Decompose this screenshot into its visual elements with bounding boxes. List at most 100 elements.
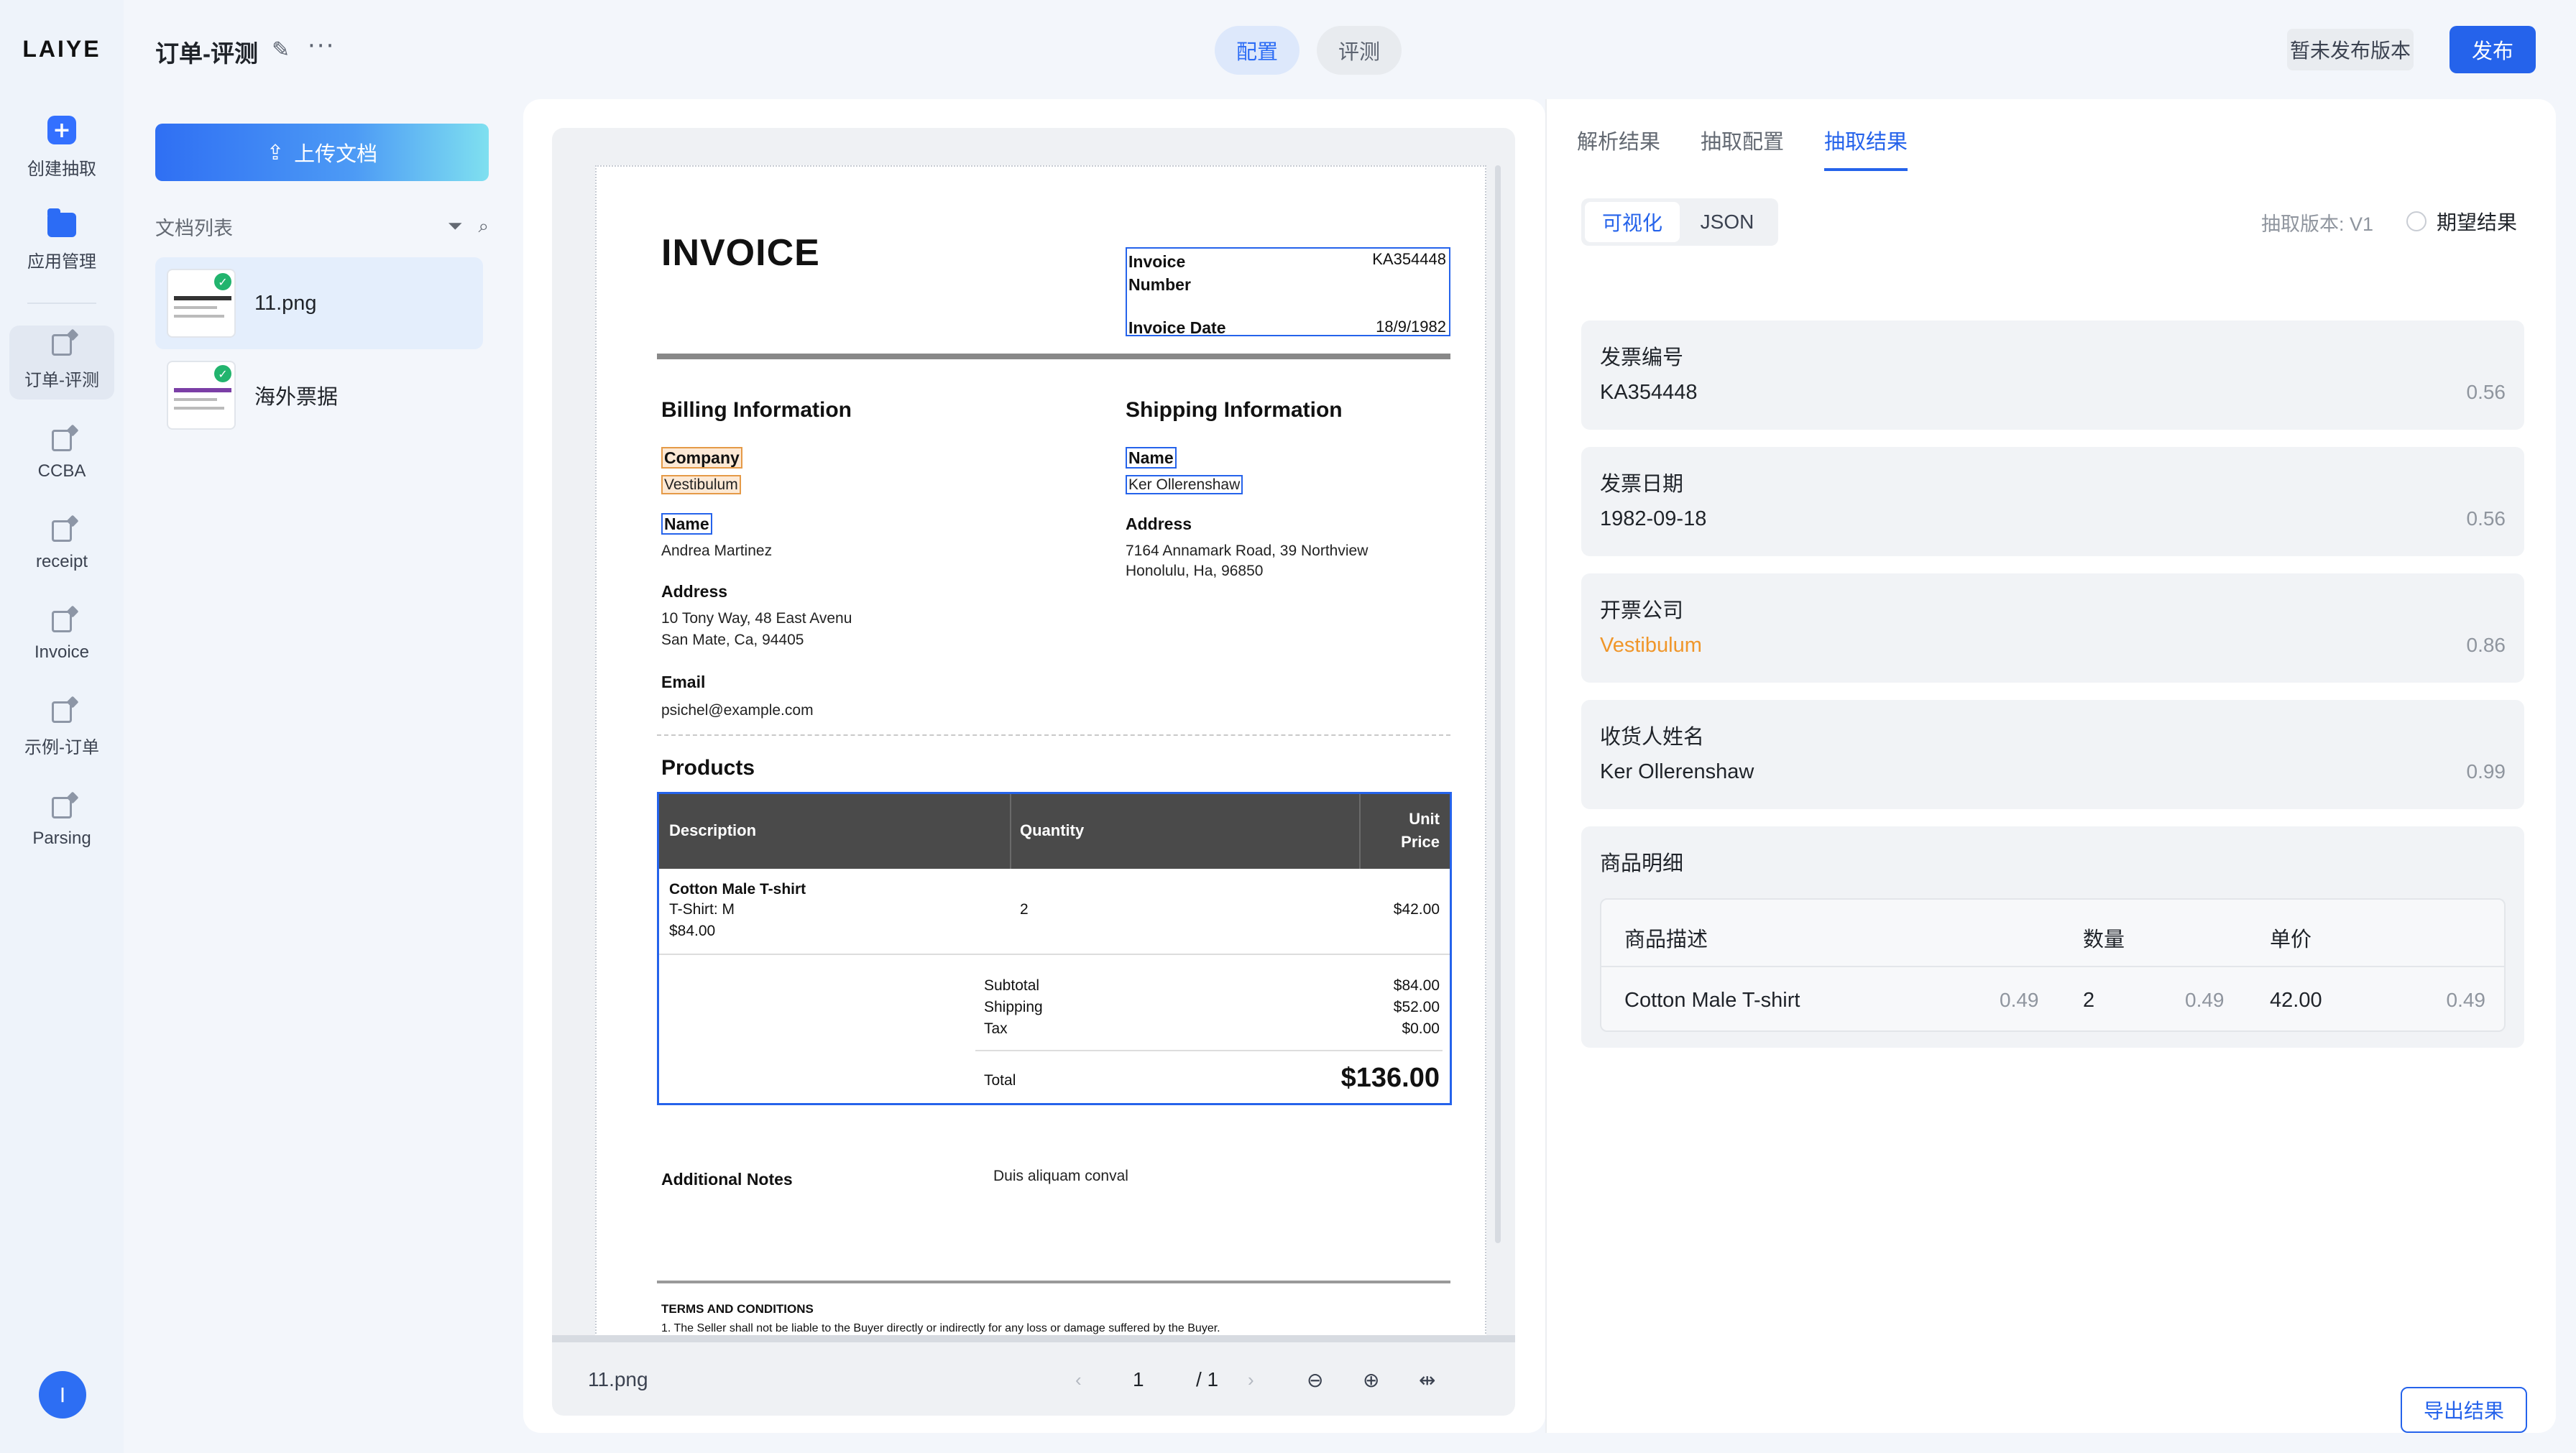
sidebar-item-invoice[interactable]: Invoice <box>9 602 114 671</box>
sidebar-item-create[interactable]: + 创建抽取 <box>9 107 114 188</box>
column-header: 单价 <box>2270 928 2312 951</box>
document-list-panel: ⇪ 上传文档 文档列表 ⏷ ⌕ ✓ 11.png ✓ 海外票据 <box>124 101 507 1452</box>
column-header: Price <box>1401 833 1440 851</box>
more-icon[interactable]: ··· <box>308 32 335 60</box>
plus-icon: + <box>47 116 76 144</box>
field-value[interactable]: Ker Ollerenshaw <box>1600 760 1754 784</box>
total-value: $136.00 <box>1340 1063 1440 1093</box>
version-button[interactable]: 暂未发布版本 <box>2287 29 2414 70</box>
billing-address-label: Address <box>661 582 728 601</box>
sidebar-item-label: CCBA <box>37 461 86 481</box>
item-line-total: $84.00 <box>669 923 716 939</box>
sidebar-item-apps[interactable]: 应用管理 <box>9 204 114 281</box>
field-score: 0.99 <box>2466 760 2506 783</box>
dashed-divider <box>657 734 1450 736</box>
horizontal-scrollbar[interactable] <box>552 1335 1515 1342</box>
tab-extract-config[interactable]: 抽取配置 <box>1701 125 1784 171</box>
chevron-left-icon[interactable]: ‹ <box>1075 1369 1082 1391</box>
invoice-number-box[interactable]: Invoice Number KA354448 Invoice Date 18/… <box>1126 247 1450 337</box>
products-table[interactable]: Description Quantity Unit Price Cotton M… <box>657 792 1452 1105</box>
table-cell[interactable]: 42.00 <box>2270 989 2322 1013</box>
expected-radio[interactable] <box>2406 211 2426 231</box>
page-total: / 1 <box>1196 1368 1219 1390</box>
sidebar: LAIYE + 创建抽取 应用管理 订单-评测 CCBA receipt Inv… <box>0 0 124 1453</box>
field-score: 0.56 <box>2466 507 2506 530</box>
avatar[interactable]: I <box>39 1371 86 1419</box>
shipping-label: Shipping <box>984 999 1043 1015</box>
sidebar-item-label: Invoice <box>34 642 90 662</box>
sidebar-item-order-eval[interactable]: 订单-评测 <box>9 326 114 400</box>
divider <box>657 354 1450 359</box>
tab-eval[interactable]: 评测 <box>1317 26 1402 75</box>
fit-width-icon[interactable]: ⇹ <box>1419 1368 1435 1392</box>
vertical-scrollbar[interactable] <box>1495 165 1501 1243</box>
sidebar-item-ccba[interactable]: CCBA <box>9 421 114 490</box>
shipping-address-line: 7164 Annamark Road, 39 Northview <box>1126 543 1368 559</box>
tab-config[interactable]: 配置 <box>1215 26 1300 75</box>
list-title: 文档列表 <box>155 218 233 239</box>
footer-divider <box>657 1281 1450 1283</box>
sidebar-item-label: Parsing <box>32 829 91 848</box>
shipping-name-label[interactable]: Name <box>1126 447 1177 469</box>
upload-icon: ⇪ <box>266 141 285 165</box>
sidebar-item-parsing[interactable]: Parsing <box>9 788 114 857</box>
field-score: 0.56 <box>2466 381 2506 403</box>
list-item[interactable]: ✓ 海外票据 <box>155 349 483 441</box>
check-icon: ✓ <box>214 273 231 290</box>
sidebar-item-receipt[interactable]: receipt <box>9 512 114 581</box>
field-value[interactable]: 1982-09-18 <box>1600 507 1706 531</box>
sidebar-item-label: 订单-评测 <box>24 371 99 390</box>
tab-parse-result[interactable]: 解析结果 <box>1577 125 1660 171</box>
list-header: 文档列表 ⏷ ⌕ <box>155 213 489 241</box>
products-card: 商品明细 商品描述 数量 单价 Cotton Male T-shirt 0.49… <box>1581 826 2524 1048</box>
page-number-input[interactable]: 1 <box>1133 1368 1144 1391</box>
shipping-address-line: Honolulu, Ha, 96850 <box>1126 563 1264 579</box>
toggle-visual[interactable]: 可视化 <box>1585 202 1680 242</box>
export-button[interactable]: 导出结果 <box>2401 1387 2527 1433</box>
item-quantity: 2 <box>1020 901 1029 918</box>
field-key: 发票日期 <box>1600 473 1684 496</box>
viewer-file-name: 11.png <box>588 1368 648 1390</box>
field-value[interactable]: KA354448 <box>1600 381 1697 405</box>
sidebar-item-label: 创建抽取 <box>27 160 96 179</box>
table-cell[interactable]: Cotton Male T-shirt <box>1624 989 1800 1013</box>
invoice-number-value: KA354448 <box>1372 250 1446 268</box>
chevron-right-icon[interactable]: › <box>1248 1369 1254 1391</box>
field-key: 收货人姓名 <box>1600 726 1705 749</box>
shipping-title: Shipping Information <box>1126 398 1343 422</box>
field-score: 0.86 <box>2466 634 2506 656</box>
zoom-out-icon[interactable]: ⊖ <box>1307 1368 1323 1392</box>
list-item[interactable]: ✓ 11.png <box>155 257 483 349</box>
shipping-name-value[interactable]: Ker Ollerenshaw <box>1126 475 1243 494</box>
field-value[interactable]: Vestibulum <box>1600 634 1702 658</box>
document-frame: INVOICE Invoice Number KA354448 Invoice … <box>552 128 1515 1416</box>
filter-icon[interactable]: ⏷ <box>448 216 463 238</box>
search-icon[interactable]: ⌕ <box>478 216 489 238</box>
invoice-page: INVOICE Invoice Number KA354448 Invoice … <box>595 165 1486 1337</box>
item-name: Cotton Male T-shirt <box>669 881 806 898</box>
publish-button[interactable]: 发布 <box>2450 26 2536 73</box>
sidebar-item-sample-order[interactable]: 示例-订单 <box>9 693 114 767</box>
billing-name-value: Andrea Martinez <box>661 543 773 559</box>
cell-score: 0.49 <box>2446 989 2486 1011</box>
file-name: 11.png <box>254 291 317 315</box>
toggle-json[interactable]: JSON <box>1680 202 1775 242</box>
viewer-toolbar: 11.png ‹ 1 / 1 › ⊖ ⊕ ⇹ <box>552 1344 1515 1416</box>
edit-icon[interactable]: ✎ <box>272 37 290 63</box>
doc-edit-icon <box>52 520 72 542</box>
billing-name-label[interactable]: Name <box>661 513 712 535</box>
company-value[interactable]: Vestibulum <box>661 475 741 494</box>
result-field: 开票公司 Vestibulum 0.86 <box>1581 573 2524 683</box>
terms-title: TERMS AND CONDITIONS <box>661 1302 814 1316</box>
upload-button[interactable]: ⇪ 上传文档 <box>155 124 489 181</box>
result-panel: 解析结果 抽取配置 抽取结果 可视化 JSON 抽取版本: V1 期望结果 发票… <box>1545 99 2556 1433</box>
company-label[interactable]: Company <box>661 447 742 469</box>
field-key: 商品明细 <box>1600 852 1684 875</box>
notes-label: Additional Notes <box>661 1170 793 1189</box>
page-title: 订单-评测 <box>155 40 258 67</box>
result-tabs: 解析结果 抽取配置 抽取结果 <box>1577 125 1908 171</box>
tab-extract-result[interactable]: 抽取结果 <box>1824 125 1908 171</box>
zoom-in-icon[interactable]: ⊕ <box>1363 1368 1379 1392</box>
table-cell[interactable]: 2 <box>2083 989 2094 1013</box>
invoice-title: INVOICE <box>661 232 820 274</box>
